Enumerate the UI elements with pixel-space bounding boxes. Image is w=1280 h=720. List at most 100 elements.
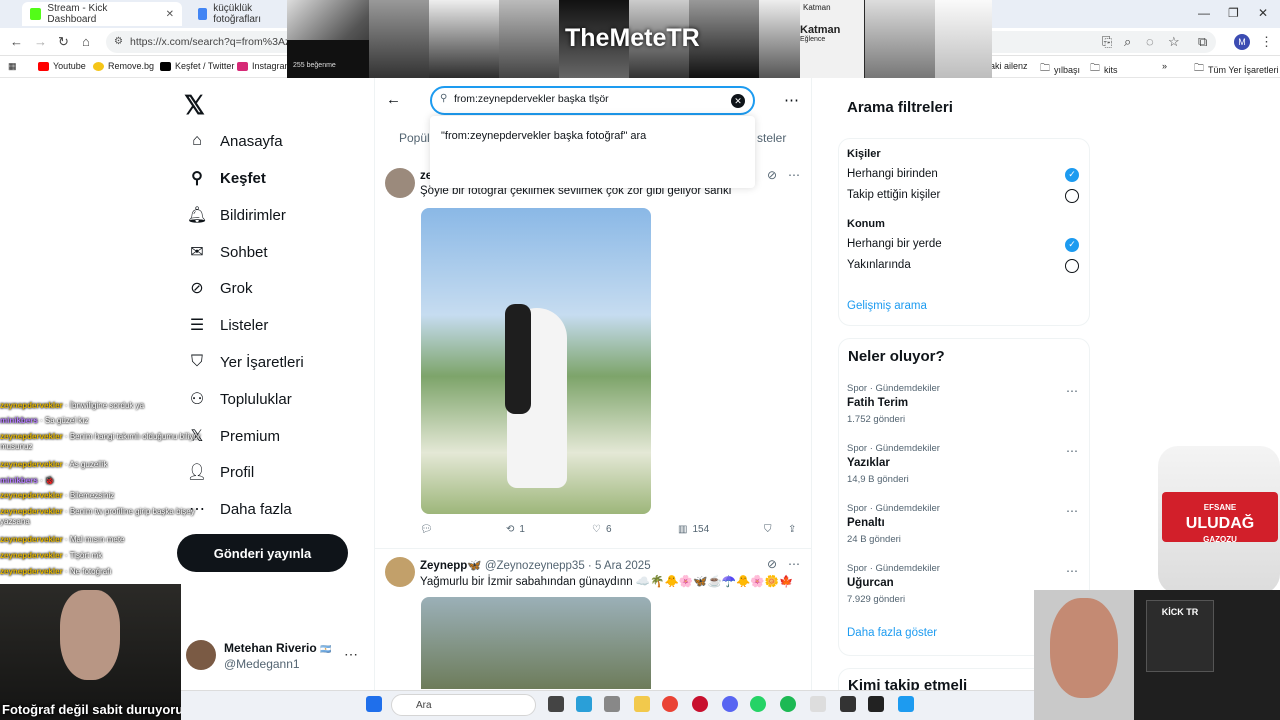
steam-icon[interactable] <box>840 696 856 712</box>
account-more-icon[interactable]: ⋯ <box>344 646 358 663</box>
profile-avatar-icon[interactable]: M <box>1234 34 1250 50</box>
trend-name[interactable]: Penaltı <box>847 517 885 529</box>
notepad-icon[interactable] <box>810 696 826 712</box>
trend-name[interactable]: Uğurcan <box>847 577 894 589</box>
bookmark-folder-aki[interactable]: aki ailenz <box>990 61 1028 71</box>
forward-icon[interactable]: → <box>34 34 47 49</box>
file-explorer-icon[interactable] <box>634 696 650 712</box>
like-button[interactable]: ♡ 6 <box>592 524 612 535</box>
tweet-photo[interactable] <box>421 597 651 689</box>
search-suggestion-item[interactable]: "from:zeynepdervekler başka fotoğraf" ar… <box>441 130 646 142</box>
reply-icon[interactable]: 💬︎ <box>420 524 433 535</box>
nav-item-grok[interactable]: ⊘ Grok <box>186 274 252 302</box>
bookmark-x[interactable]: Keşfet / Twitter <box>160 61 234 71</box>
trend-name[interactable]: Fatih Terim <box>847 397 908 409</box>
app-icon[interactable] <box>868 696 884 712</box>
nav-item-bildirimler[interactable]: 🔔︎ Bildirimler <box>186 201 286 229</box>
trend-more-icon[interactable]: ⋯ <box>1066 564 1078 578</box>
radio-nearby[interactable] <box>1065 259 1079 273</box>
nav-item-kesfet[interactable]: ⚲ Keşfet <box>186 164 266 192</box>
chat-user: minikbers <box>0 416 38 425</box>
window-close-icon[interactable]: ✕ <box>1258 6 1268 20</box>
apps-icon[interactable]: ▦ <box>8 61 17 72</box>
search-more-icon[interactable]: ⋯ <box>784 91 799 109</box>
tab-lists[interactable]: steler <box>757 131 786 145</box>
avatar[interactable] <box>385 168 415 198</box>
bookmark-icon[interactable]: ⛉ <box>764 524 772 535</box>
other-bookmarks[interactable]: 🗀 Tüm Yer İşaretleri <box>1194 61 1279 78</box>
filter-option-anywhere[interactable]: Herhangi bir yerde <box>847 238 942 250</box>
grok-icon[interactable]: ⊘ <box>767 168 777 182</box>
tweet-author[interactable]: Zeynepp🦋 @Zeynozeynepp35 · 5 Ara 2025 <box>420 558 651 572</box>
retweet-button[interactable]: ⟲ 1 <box>506 524 525 535</box>
close-tab-icon[interactable]: ✕ <box>166 9 174 20</box>
filter-option-following[interactable]: Takip ettiğin kişiler <box>847 189 940 201</box>
trend-name[interactable]: Yazıklar <box>847 457 890 469</box>
tweet-photo[interactable] <box>421 208 651 514</box>
browser-tab-search[interactable]: küçüklük fotoğrafları <box>190 2 290 26</box>
terminal-icon[interactable] <box>604 696 620 712</box>
advanced-search-link[interactable]: Gelişmiş arama <box>847 300 927 312</box>
task-view-icon[interactable] <box>548 696 564 712</box>
extensions-icon[interactable]: ⧉ <box>1198 34 1207 50</box>
radio-following[interactable] <box>1065 189 1079 203</box>
maximize-icon[interactable]: ❐ <box>1228 6 1239 20</box>
location-label: Konum <box>847 218 885 230</box>
views-button[interactable]: ▥ 154 <box>678 524 709 535</box>
install-icon[interactable]: ⎘ <box>1102 34 1112 50</box>
filter-option-anyone[interactable]: Herhangi birinden <box>847 168 938 180</box>
trend-more-icon[interactable]: ⋯ <box>1066 444 1078 458</box>
grok-icon[interactable]: ⊘ <box>767 557 777 571</box>
bookmark-removebg[interactable]: Remove.bg <box>93 61 154 71</box>
whatsapp-icon[interactable] <box>750 696 766 712</box>
bookmark-folder-yilbasi[interactable]: 🗀 yılbaşı <box>1040 61 1080 78</box>
nav-item-yer-isaretleri[interactable]: ⛉ Yer İşaretleri <box>186 348 304 376</box>
nav-item-anasayfa[interactable]: ⌂ Anasayfa <box>186 127 282 155</box>
tweet-more-icon[interactable]: ⋯ <box>788 168 800 182</box>
site-info-icon[interactable]: ⚙ <box>114 36 123 47</box>
avatar[interactable] <box>385 557 415 587</box>
bookmark-instagram[interactable]: Instagram <box>237 61 292 71</box>
home-browser-icon[interactable]: ⌂ <box>82 34 90 49</box>
x-logo-icon[interactable]: 𝕏 <box>184 90 205 121</box>
taskbar-search[interactable]: Ara <box>391 694 536 716</box>
back-icon[interactable]: ← <box>10 34 23 49</box>
bookmark-label: Remove.bg <box>108 61 155 71</box>
bookmarks-overflow-icon[interactable]: » <box>1162 61 1167 71</box>
nav-item-listeler[interactable]: ☰ Listeler <box>186 311 269 339</box>
search-box[interactable]: ⚲ ✕ <box>430 86 755 115</box>
bookmark-folder-kits[interactable]: 🗀 kits <box>1090 61 1118 78</box>
browser-menu-icon[interactable]: ⋮ <box>1260 34 1273 50</box>
clear-search-icon[interactable]: ✕ <box>731 94 745 108</box>
tab-popular[interactable]: Popül <box>399 131 430 145</box>
chrome-icon[interactable] <box>662 696 678 712</box>
reload-icon[interactable]: ↻ <box>58 34 69 50</box>
minimize-icon[interactable]: — <box>1198 6 1210 20</box>
search-input[interactable] <box>454 93 724 105</box>
nav-label: Topluluklar <box>220 390 292 408</box>
trend-more-icon[interactable]: ⋯ <box>1066 504 1078 518</box>
windows-start-icon[interactable] <box>366 696 382 712</box>
opera-icon[interactable] <box>692 696 708 712</box>
radio-anywhere-checked[interactable]: ✓ <box>1065 238 1079 252</box>
browser-tab-kick[interactable]: Stream - Kick Dashboard ✕ <box>22 2 182 26</box>
spotify-icon[interactable] <box>780 696 796 712</box>
filters-card <box>838 138 1090 326</box>
eye-off-icon[interactable]: ◌ <box>1146 34 1154 49</box>
discord-icon[interactable] <box>722 696 738 712</box>
star-icon[interactable]: ☆ <box>1168 34 1180 50</box>
bookmark-youtube[interactable]: Youtube <box>38 61 86 71</box>
nav-item-sohbet[interactable]: ✉ Sohbet <box>186 238 267 266</box>
zoom-icon[interactable]: ⌕ <box>1124 34 1131 50</box>
trend-more-icon[interactable]: ⋯ <box>1066 384 1078 398</box>
app-icon[interactable] <box>898 696 914 712</box>
tweet-more-icon[interactable]: ⋯ <box>788 557 800 571</box>
show-more-link[interactable]: Daha fazla göster <box>847 627 937 639</box>
chat-text: Sa güzel kız <box>44 416 89 425</box>
account-switcher[interactable]: Metehan Riverio 🇦🇷 @Medegann1 ⋯ <box>186 640 366 676</box>
share-icon[interactable]: ⇪ <box>788 524 796 535</box>
filter-option-nearby[interactable]: Yakınlarında <box>847 259 911 271</box>
back-arrow-icon[interactable]: ← <box>386 91 401 108</box>
radio-anyone-checked[interactable]: ✓ <box>1065 168 1079 182</box>
copilot-icon[interactable] <box>576 696 592 712</box>
